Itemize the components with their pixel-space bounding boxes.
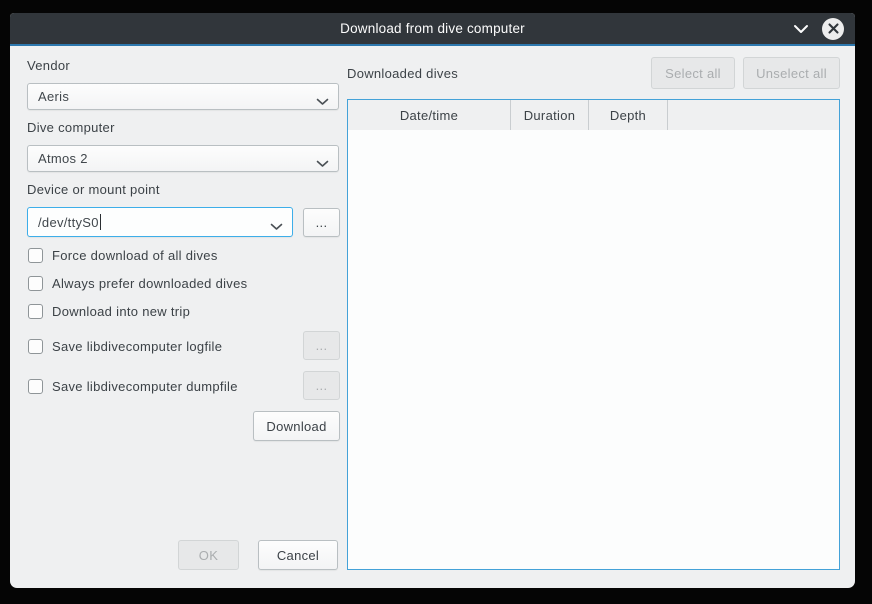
close-button[interactable]	[822, 18, 844, 40]
vendor-label: Vendor	[27, 58, 70, 73]
device-combobox[interactable]: /dev/ttyS0	[27, 207, 293, 237]
checkbox-box[interactable]	[28, 248, 43, 263]
unselect-all-button[interactable]: Unselect all	[743, 57, 840, 89]
checkbox-label: Download into new trip	[52, 304, 190, 319]
column-header-duration[interactable]: Duration	[511, 100, 589, 130]
checkbox-box[interactable]	[28, 339, 43, 354]
checkbox-label: Save libdivecomputer logfile	[52, 339, 222, 354]
table-body-empty[interactable]	[348, 130, 839, 569]
chevron-down-icon	[270, 219, 283, 234]
column-header-datetime[interactable]: Date/time	[348, 100, 511, 130]
chevron-down-icon	[316, 94, 329, 109]
titlebar-icons	[793, 13, 844, 44]
checkbox-label: Force download of all dives	[52, 248, 218, 263]
checkbox-save-dumpfile[interactable]: Save libdivecomputer dumpfile	[28, 377, 238, 395]
dive-computer-dropdown-value: Atmos 2	[38, 151, 88, 166]
select-all-button[interactable]: Select all	[651, 57, 735, 89]
vendor-dropdown[interactable]: Aeris	[27, 83, 339, 110]
downloaded-dives-table[interactable]: Date/time Duration Depth	[347, 99, 840, 570]
dumpfile-browse-button[interactable]: ...	[303, 371, 340, 400]
downloaded-dives-label: Downloaded dives	[347, 66, 458, 81]
checkbox-prefer-downloaded[interactable]: Always prefer downloaded dives	[28, 274, 247, 292]
column-header-depth[interactable]: Depth	[589, 100, 668, 130]
checkbox-label: Always prefer downloaded dives	[52, 276, 247, 291]
device-label: Device or mount point	[27, 182, 160, 197]
checkbox-box[interactable]	[28, 304, 43, 319]
column-header-empty[interactable]	[668, 100, 839, 130]
shade-chevron-down-icon[interactable]	[793, 24, 809, 34]
download-dialog-window: Download from dive computer Vendor Aeris…	[10, 13, 855, 588]
vendor-dropdown-value: Aeris	[38, 89, 69, 104]
ok-button[interactable]: OK	[178, 540, 239, 570]
logfile-browse-button[interactable]: ...	[303, 331, 340, 360]
chevron-down-icon	[316, 156, 329, 171]
checkbox-new-trip[interactable]: Download into new trip	[28, 302, 190, 320]
titlebar[interactable]: Download from dive computer	[10, 13, 855, 46]
checkbox-label: Save libdivecomputer dumpfile	[52, 379, 238, 394]
dive-computer-label: Dive computer	[27, 120, 115, 135]
close-x-icon	[828, 23, 839, 34]
window-title: Download from dive computer	[340, 21, 525, 36]
device-browse-button[interactable]: ...	[303, 208, 340, 237]
checkbox-box[interactable]	[28, 276, 43, 291]
checkbox-force-download[interactable]: Force download of all dives	[28, 246, 218, 264]
text-cursor	[100, 214, 101, 230]
table-header-row: Date/time Duration Depth	[348, 100, 839, 131]
dialog-content: Vendor Aeris Dive computer Atmos 2 Devic…	[10, 46, 855, 588]
download-button[interactable]: Download	[253, 411, 340, 441]
cancel-button[interactable]: Cancel	[258, 540, 338, 570]
device-combobox-value: /dev/ttyS0	[38, 215, 99, 230]
dive-computer-dropdown[interactable]: Atmos 2	[27, 145, 339, 172]
checkbox-save-logfile[interactable]: Save libdivecomputer logfile	[28, 337, 222, 355]
checkbox-box[interactable]	[28, 379, 43, 394]
